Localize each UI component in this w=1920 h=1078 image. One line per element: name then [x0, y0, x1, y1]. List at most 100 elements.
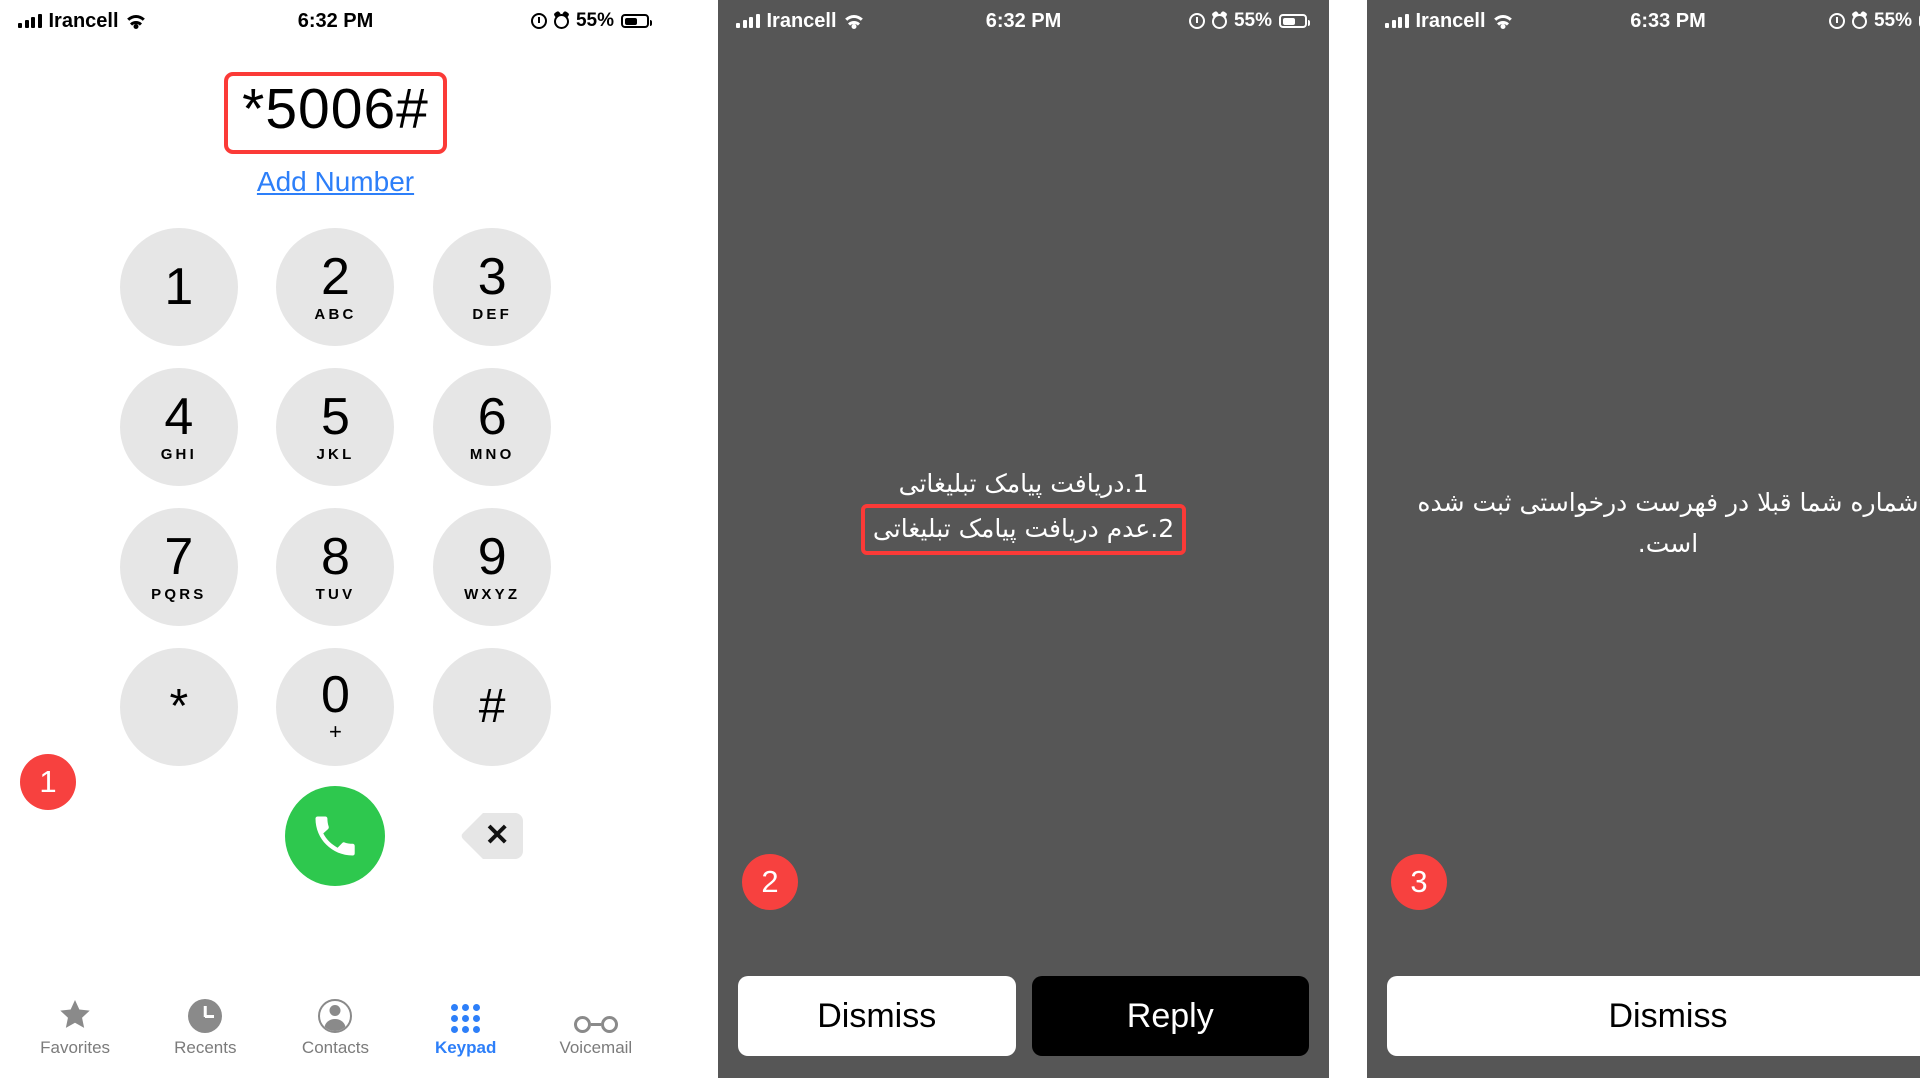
battery-percent-label: 55%: [575, 10, 614, 31]
backspace-x-icon: ✕: [484, 818, 510, 852]
number-display-area: *5006# Add Number: [0, 72, 671, 198]
call-icon: [315, 816, 356, 856]
dismiss-button[interactable]: Dismiss: [738, 976, 1016, 1056]
key-digit: 4: [164, 387, 194, 446]
key-letters: WXYZ: [464, 585, 521, 603]
ussd-option-line-2: 2.عدم دریافت پیامک تبلیغاتی: [860, 504, 1187, 556]
panel-dialer: Irancell 6:32 PM 55% *5006# Add Number 1…: [0, 0, 671, 1078]
carrier-label: Irancell: [1415, 9, 1486, 32]
key-letters: TUV: [315, 585, 356, 603]
tab-label: Favorites: [40, 1037, 111, 1057]
keypad-key-0[interactable]: 0 +: [276, 647, 395, 766]
battery-percent-label: 55%: [1233, 10, 1272, 31]
ussd-action-bar: Dismiss: [1367, 976, 1920, 1078]
key-letters: PQRS: [151, 585, 207, 603]
person-circle-icon: [318, 997, 353, 1033]
screenshot-collage: Irancell 6:32 PM 55% *5006# Add Number 1…: [0, 0, 1920, 1078]
battery-icon: [621, 14, 652, 28]
key-digit: 6: [477, 387, 507, 446]
rotation-lock-icon: [530, 13, 547, 29]
tab-label: Voicemail: [559, 1037, 633, 1057]
status-bar: Irancell 6:32 PM 55%: [718, 0, 1329, 42]
key-digit: *: [169, 679, 189, 733]
key-digit: 0: [321, 665, 350, 724]
dismiss-button[interactable]: Dismiss: [1387, 976, 1920, 1056]
rotation-lock-icon: [1828, 13, 1845, 29]
key-letters: ABC: [314, 305, 357, 323]
tab-contacts[interactable]: Contacts: [281, 997, 389, 1058]
tab-favorites[interactable]: Favorites: [21, 997, 129, 1058]
panel-separator: [1329, 0, 1367, 1078]
keypad-key-1[interactable]: 1: [119, 227, 238, 346]
tab-label: Keypad: [434, 1037, 497, 1057]
carrier-label: Irancell: [766, 9, 837, 32]
alarm-icon: [1211, 13, 1227, 29]
dialed-number-highlight-box: *5006#: [224, 72, 447, 154]
panel-ussd-response: Irancell 6:33 PM 55% شماره شما قبلا در ف…: [1367, 0, 1920, 1078]
battery-icon: [1279, 14, 1310, 28]
call-action-row: ✕: [101, 785, 571, 886]
status-bar-left: Irancell: [1385, 10, 1513, 33]
keypad-key-2[interactable]: 2 ABC: [276, 227, 395, 346]
step-badge-1: 1: [20, 754, 76, 810]
status-bar-left: Irancell: [18, 10, 146, 33]
key-digit: 5: [321, 387, 350, 446]
cellular-signal-icon: [18, 14, 42, 28]
key-digit: 3: [477, 247, 507, 306]
key-digit: 7: [164, 527, 194, 586]
ussd-option-line-1: 1.دریافت پیامک تبلیغاتی: [898, 468, 1149, 498]
dialer-keypad: 1 2 ABC 3 DEF 4 GHI 5 JKL 6 MNO 7 PQRS 8…: [101, 227, 571, 766]
tab-label: Recents: [174, 1037, 237, 1057]
voicemail-icon: [573, 997, 618, 1033]
keypad-key-hash[interactable]: #: [433, 647, 552, 766]
status-bar-right: 55%: [1188, 10, 1310, 32]
status-bar: Irancell 6:33 PM 55%: [1367, 0, 1920, 42]
ussd-action-bar: Dismiss Reply: [718, 976, 1329, 1078]
carrier-label: Irancell: [48, 9, 119, 32]
key-letters: GHI: [160, 445, 197, 463]
keypad-key-6[interactable]: 6 MNO: [433, 367, 552, 486]
key-letters: JKL: [316, 445, 355, 463]
wifi-icon: [844, 14, 864, 29]
keypad-key-4[interactable]: 4 GHI: [119, 367, 238, 486]
backspace-button[interactable]: ✕: [461, 812, 524, 859]
keypad-key-3[interactable]: 3 DEF: [433, 227, 552, 346]
wifi-icon: [1493, 14, 1513, 29]
cellular-signal-icon: [736, 14, 760, 28]
tab-voicemail[interactable]: Voicemail: [542, 997, 650, 1058]
call-button[interactable]: [285, 785, 386, 886]
ussd-response-line: شماره شما قبلا در فهرست درخواستی ثبت شده…: [1417, 488, 1919, 559]
key-digit: 8: [321, 527, 350, 586]
status-bar-left: Irancell: [736, 10, 864, 33]
keypad-key-9[interactable]: 9 WXYZ: [433, 507, 552, 626]
ussd-message-area: شماره شما قبلا در فهرست درخواستی ثبت شده…: [1367, 42, 1920, 976]
step-badge-3: 3: [1391, 854, 1447, 910]
cellular-signal-icon: [1385, 14, 1409, 28]
panel-separator: [671, 0, 718, 1078]
tab-label: Contacts: [301, 1037, 370, 1057]
key-digit: 2: [321, 247, 350, 306]
clock-icon: [188, 997, 223, 1033]
key-digit: #: [478, 679, 506, 733]
key-digit: 1: [164, 257, 194, 316]
ussd-message-area: 1.دریافت پیامک تبلیغاتی 2.عدم دریافت پیا…: [718, 42, 1329, 976]
alarm-icon: [1851, 13, 1867, 29]
ussd-message: شماره شما قبلا در فهرست درخواستی ثبت شده…: [1387, 482, 1920, 565]
keypad-key-7[interactable]: 7 PQRS: [119, 507, 238, 626]
tab-recents[interactable]: Recents: [151, 997, 259, 1058]
add-number-link[interactable]: Add Number: [0, 166, 671, 198]
keypad-key-asterisk[interactable]: *: [119, 647, 238, 766]
key-letters: +: [329, 718, 342, 744]
step-badge-2: 2: [742, 854, 798, 910]
panel-ussd-menu: Irancell 6:32 PM 55% 1.دریافت پیامک تبلی…: [718, 0, 1329, 1078]
status-bar: Irancell 6:32 PM 55%: [0, 0, 671, 42]
rotation-lock-icon: [1188, 13, 1205, 29]
keypad-key-8[interactable]: 8 TUV: [276, 507, 395, 626]
star-icon: [56, 997, 94, 1033]
tab-keypad[interactable]: Keypad: [412, 997, 520, 1058]
key-letters: DEF: [472, 305, 512, 323]
dialed-number[interactable]: *5006#: [242, 77, 429, 142]
keypad-key-5[interactable]: 5 JKL: [276, 367, 395, 486]
reply-button[interactable]: Reply: [1031, 976, 1309, 1056]
battery-percent-label: 55%: [1873, 10, 1912, 31]
